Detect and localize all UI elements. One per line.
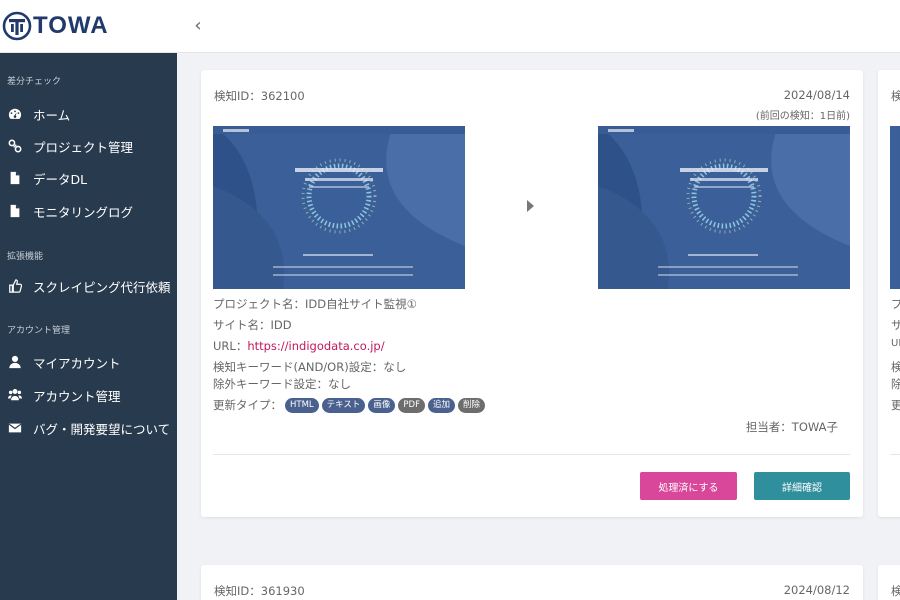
sidebar-section-diff-check: 差分チェック <box>7 77 62 87</box>
card-divider <box>213 454 850 455</box>
tag-text: テキスト <box>321 397 366 413</box>
screenshot-after[interactable] <box>598 126 850 289</box>
tag-image: 画像 <box>368 397 396 413</box>
detection-card-clipped: 検 プ サ UI 検 除 更 <box>878 70 900 517</box>
project-name: プロジェクト名：IDD自社サイト監視① <box>213 297 417 311</box>
tag-html: HTML <box>285 397 319 413</box>
detection-date: 2024/08/12 <box>783 583 850 597</box>
site-url-link[interactable]: https://indigodata.co.jp/ <box>247 339 384 353</box>
sidebar: 差分チェック ホーム プロジェクト管理 データDL モニタリングログ 拡張機能 … <box>0 53 177 600</box>
sidebar-item-account-management[interactable]: アカウント管理 <box>0 382 177 408</box>
previous-detection: (前回の検知：1日前) <box>755 111 850 122</box>
mark-processed-button[interactable]: 処理済にする <box>640 472 737 500</box>
view-details-button[interactable]: 詳細確認 <box>754 472 850 500</box>
clipped-text: 検 <box>891 584 900 598</box>
app-logo[interactable]: TOWA <box>2 10 109 42</box>
screenshot-before[interactable] <box>890 126 900 289</box>
tag-added: 追加 <box>427 397 455 413</box>
file-icon <box>7 203 23 219</box>
detection-card: 検知ID：362100 2024/08/14 (前回の検知：1日前) プロジェク… <box>201 70 863 517</box>
keyword-setting: 検知キーワード(AND/OR)設定：なし <box>213 360 407 374</box>
top-header: TOWA ‹ <box>0 0 900 53</box>
link-icon <box>7 138 23 154</box>
clipped-text: サ <box>891 318 900 332</box>
sidebar-item-scraping-request[interactable]: スクレイピング代行依頼 <box>0 273 177 299</box>
sidebar-item-my-account[interactable]: マイアカウント <box>0 349 177 375</box>
detection-id: 検知ID：361930 <box>214 584 305 598</box>
dashboard-icon <box>7 106 23 122</box>
towa-logo-icon <box>2 11 32 41</box>
sidebar-item-monitoring-log[interactable]: モニタリングログ <box>0 198 177 224</box>
website-preview-image <box>213 126 465 289</box>
url-label: URL： <box>213 339 248 353</box>
envelope-icon <box>7 420 23 436</box>
sidebar-item-label: アカウント管理 <box>33 388 121 404</box>
update-type-label: 更新タイプ： <box>213 398 282 412</box>
sidebar-item-project-management[interactable]: プロジェクト管理 <box>0 133 177 159</box>
tag-deleted: 削除 <box>458 397 486 413</box>
clipped-text: プ <box>891 297 900 311</box>
detection-card: 検知ID：361930 2024/08/12 <box>201 565 863 600</box>
file-icon <box>7 170 23 186</box>
detection-card-clipped: 検 <box>878 565 900 600</box>
clipped-text: 検 <box>891 89 900 103</box>
sidebar-section-extensions: 拡張機能 <box>7 252 44 262</box>
clipped-text: 検 <box>891 360 900 374</box>
detection-date: 2024/08/14 <box>783 88 850 102</box>
clipped-text: 更 <box>891 398 900 412</box>
sidebar-item-label: バグ・開発要望について <box>33 421 171 437</box>
card-divider <box>890 454 900 455</box>
screenshot-before[interactable] <box>213 126 465 289</box>
clipped-text: UI <box>891 338 900 349</box>
update-type-row: 更新タイプ： HTML テキスト 画像 PDF 追加 削除 <box>213 397 486 413</box>
users-icon <box>7 387 23 403</box>
sidebar-item-bug-report[interactable]: バグ・開発要望について <box>0 415 177 441</box>
website-preview-image <box>598 126 850 289</box>
logo-text: TOWA <box>33 12 109 39</box>
hand-pointer-icon <box>7 278 23 294</box>
assignee: 担当者：TOWA子 <box>745 420 838 434</box>
sidebar-item-label: モニタリングログ <box>33 204 134 220</box>
sidebar-item-label: プロジェクト管理 <box>33 139 134 155</box>
site-name: サイト名：IDD <box>213 318 292 332</box>
user-icon <box>7 354 23 370</box>
sidebar-item-label: スクレイピング代行依頼 <box>33 279 171 295</box>
sidebar-item-label: ホーム <box>33 107 71 123</box>
tag-pdf: PDF <box>398 397 425 413</box>
sidebar-collapse-button[interactable]: ‹ <box>190 16 206 36</box>
sidebar-item-home[interactable]: ホーム <box>0 101 177 127</box>
sidebar-section-account-management: アカウント管理 <box>7 326 71 336</box>
arrow-right-icon <box>527 200 534 212</box>
detection-id: 検知ID：362100 <box>214 89 305 103</box>
url-row: URL：https://indigodata.co.jp/ <box>213 338 385 354</box>
sidebar-item-data-dl[interactable]: データDL <box>0 165 177 191</box>
sidebar-item-label: データDL <box>33 171 88 187</box>
sidebar-item-label: マイアカウント <box>33 355 121 371</box>
exclude-keyword-setting: 除外キーワード設定：なし <box>213 377 351 391</box>
clipped-text: 除 <box>891 377 900 391</box>
